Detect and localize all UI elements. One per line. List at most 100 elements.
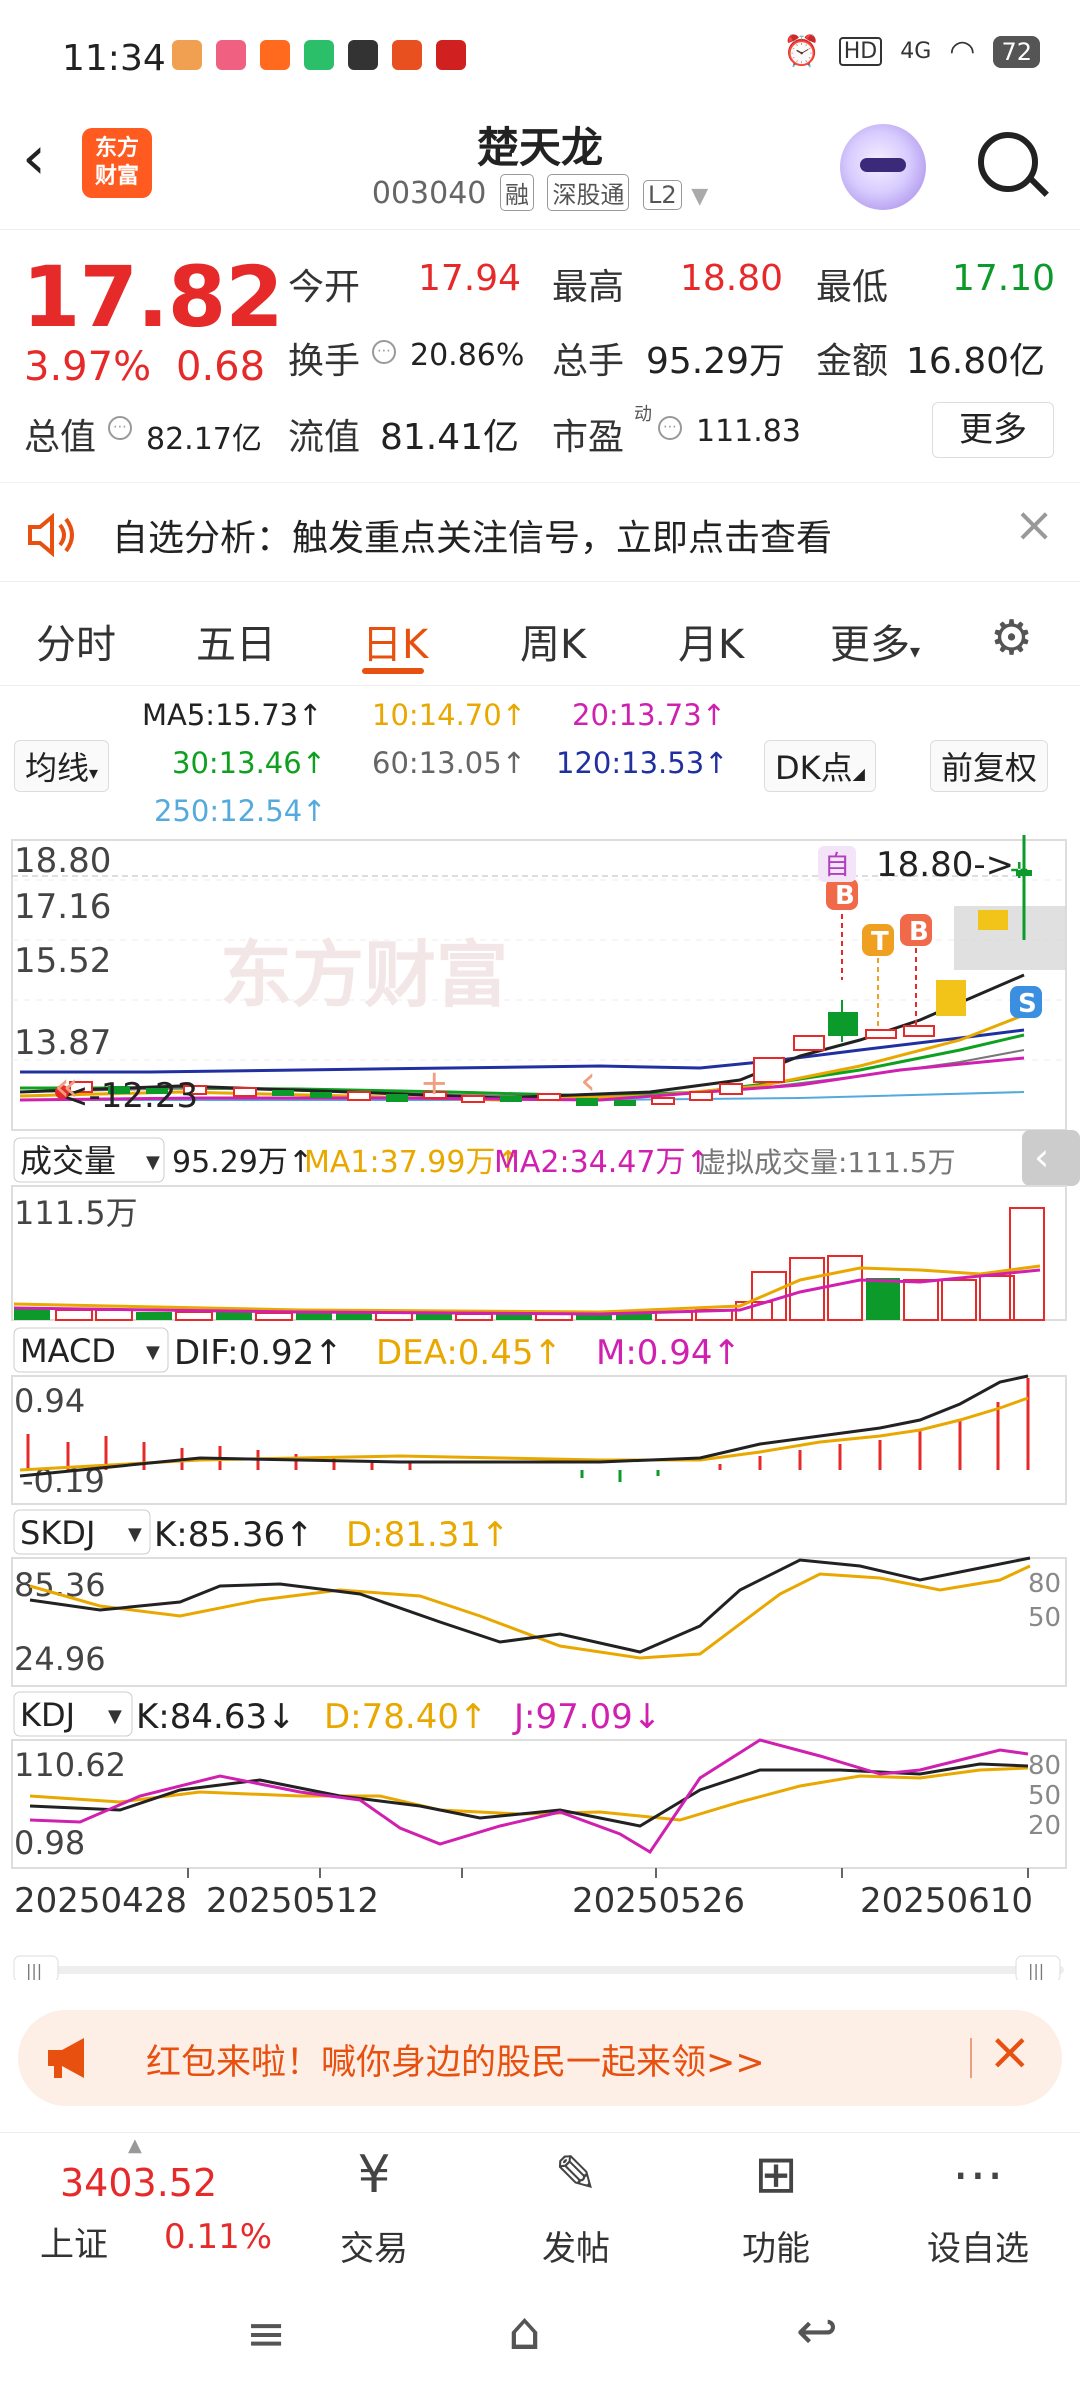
stock-code: 003040 — [371, 176, 487, 211]
y-label: 13.87 — [14, 1023, 111, 1063]
candle — [753, 1057, 785, 1083]
info-icon[interactable]: ⋯ — [372, 340, 396, 364]
kdj-top-label: 110.62 — [14, 1746, 126, 1784]
ma-selector[interactable]: 均线▾ — [14, 740, 110, 792]
candle — [978, 910, 1008, 930]
megaphone-icon — [48, 2038, 84, 2078]
close-icon[interactable]: × — [1014, 497, 1054, 553]
app-notification-icon — [216, 40, 246, 70]
volume-ma1: MA1:37.99万↑ — [304, 1145, 521, 1180]
high-value: 18.80 — [680, 258, 784, 299]
index-value[interactable]: 3403.52 — [60, 2161, 217, 2205]
more-button[interactable]: 更多 — [932, 402, 1054, 458]
tab-intraday[interactable]: 分时 — [36, 612, 116, 670]
kdj-d: D:78.40↑ — [324, 1697, 487, 1737]
float-value: 81.41亿 — [380, 417, 520, 458]
macd-m: M:0.94↑ — [596, 1333, 741, 1373]
tab-monthly-k[interactable]: 月K — [678, 612, 744, 670]
volume-ma2: MA2:34.47万↑ — [494, 1145, 711, 1180]
gear-icon[interactable]: ⚙ — [990, 610, 1033, 666]
open-label: 今开 — [288, 267, 361, 308]
chevron-down-icon: ▾ — [910, 639, 921, 663]
dk-label: DK点 — [775, 749, 853, 787]
adjust-button[interactable]: 前复权 — [930, 740, 1049, 792]
skdj-d: D:81.31↑ — [346, 1515, 509, 1555]
ma250-label: 250:12.54↑ — [154, 794, 327, 828]
red-packet-banner[interactable]: 红包来啦！喊你身边的股民一起来领>> × — [18, 2010, 1062, 2106]
candle — [461, 1095, 485, 1103]
virtual-volume: 虚拟成交量:111.5万 — [698, 1146, 956, 1179]
dif-line — [19, 1374, 1029, 1478]
nav-post[interactable]: 发帖 — [506, 2221, 646, 2270]
dk-point-button[interactable]: DK点◢ — [764, 740, 876, 792]
collapse-side-button[interactable] — [1022, 1130, 1080, 1186]
assistant-robot-icon[interactable] — [840, 124, 926, 210]
candle — [828, 1012, 858, 1036]
plus-icon[interactable]: + — [420, 1063, 449, 1103]
candle — [689, 1091, 713, 1101]
app-notification-icon — [172, 40, 202, 70]
info-icon[interactable]: ⋯ — [658, 416, 682, 440]
chevron-left-icon[interactable]: ‹ — [580, 1058, 596, 1104]
chevron-left-icon: ‹ — [1034, 1135, 1049, 1179]
volume-bar — [979, 1275, 1015, 1321]
volume-value: 95.29万↑ — [172, 1145, 313, 1180]
tab-weekly-k[interactable]: 周K — [520, 612, 586, 670]
tab-daily-k[interactable]: 日K — [362, 612, 428, 670]
index-name: 上证 — [40, 2225, 108, 2265]
volume-bar — [296, 1313, 332, 1320]
nav-add-watchlist[interactable]: 设自选 — [908, 2221, 1048, 2270]
skdj-d-line — [29, 1564, 1031, 1660]
candle — [347, 1091, 371, 1101]
nav-trade[interactable]: 交易 — [304, 2221, 444, 2270]
quote-panel: 17.82 3.97% 0.68 今开 17.94 最高 18.80 最低 17… — [0, 232, 1080, 472]
volume-bar — [941, 1279, 977, 1321]
kdj-bottom-label: 0.98 — [14, 1824, 85, 1862]
trade-icon[interactable]: ¥ — [304, 2145, 444, 2205]
hd-icon: HD — [838, 37, 883, 66]
grid-icon[interactable]: ⊞ — [706, 2145, 846, 2205]
amount-value: 16.80亿 — [906, 341, 1046, 382]
skdj-right-label: 50 — [1028, 1603, 1061, 1633]
app-notification-icon — [304, 40, 334, 70]
speaker-icon — [28, 513, 74, 557]
status-time: 11:34 — [62, 38, 166, 79]
macd-selector-label: MACD — [20, 1332, 116, 1370]
analysis-notice[interactable]: 自选分析：触发重点关注信号，立即点击查看 × — [0, 482, 1080, 582]
ma60-label: 60:13.05↑ — [372, 746, 526, 780]
kline-chart-area[interactable]: 东方财富 B T B S 自 18.80-> ✛ 18.80 17.16 15.… — [0, 830, 1080, 1980]
mktcap-label: 总值 — [24, 417, 97, 458]
stock-header: ‹ 东方 财富 楚天龙 003040 融 深股通 L2 ▼ — [0, 110, 1080, 230]
volume-bar — [416, 1314, 452, 1320]
nav-functions[interactable]: 功能 — [706, 2221, 846, 2270]
info-icon[interactable]: ⋯ — [108, 416, 132, 440]
back-nav-icon[interactable]: ↩ — [796, 2302, 838, 2360]
virtual-candle-zone — [954, 906, 1066, 970]
menu-icon[interactable]: ≡ — [246, 2306, 286, 2362]
edit-icon[interactable]: ✎ — [506, 2145, 646, 2205]
open-value: 17.94 — [418, 258, 522, 299]
tab-5day[interactable]: 五日 — [196, 612, 276, 670]
tab-more[interactable]: 更多▾ — [830, 612, 920, 670]
high-marker: 18.80-> — [876, 845, 1014, 885]
volume-bar — [866, 1278, 900, 1320]
notice-text: 自选分析：触发重点关注信号，立即点击查看 — [112, 518, 833, 559]
volume-bar — [255, 1312, 293, 1321]
double-chevron-left-icon[interactable]: « — [54, 1064, 78, 1110]
dea-line — [19, 1396, 1029, 1472]
chevron-down-icon[interactable]: ▼ — [691, 184, 708, 209]
collapse-up-icon[interactable]: ▲ — [128, 2135, 142, 2156]
period-tabs: 分时 五日 日K 周K 月K 更多▾ ⚙ — [0, 586, 1080, 686]
ma120-label: 120:13.53↑ — [556, 746, 729, 780]
range-scrollbar[interactable] — [14, 1966, 1064, 1974]
close-icon[interactable]: × — [988, 2022, 1032, 2082]
macd-top-label: 0.94 — [14, 1382, 85, 1420]
volume-bars — [14, 1207, 1045, 1321]
more-dots-icon[interactable]: ⋯ — [908, 2145, 1048, 2205]
change-percent: 3.97% — [24, 344, 152, 390]
search-icon[interactable] — [978, 132, 1038, 192]
volume-value: 95.29万 — [646, 341, 786, 382]
volume-bar — [751, 1271, 787, 1321]
app-notification-icon — [392, 40, 422, 70]
home-icon[interactable]: ⌂ — [508, 2302, 541, 2362]
